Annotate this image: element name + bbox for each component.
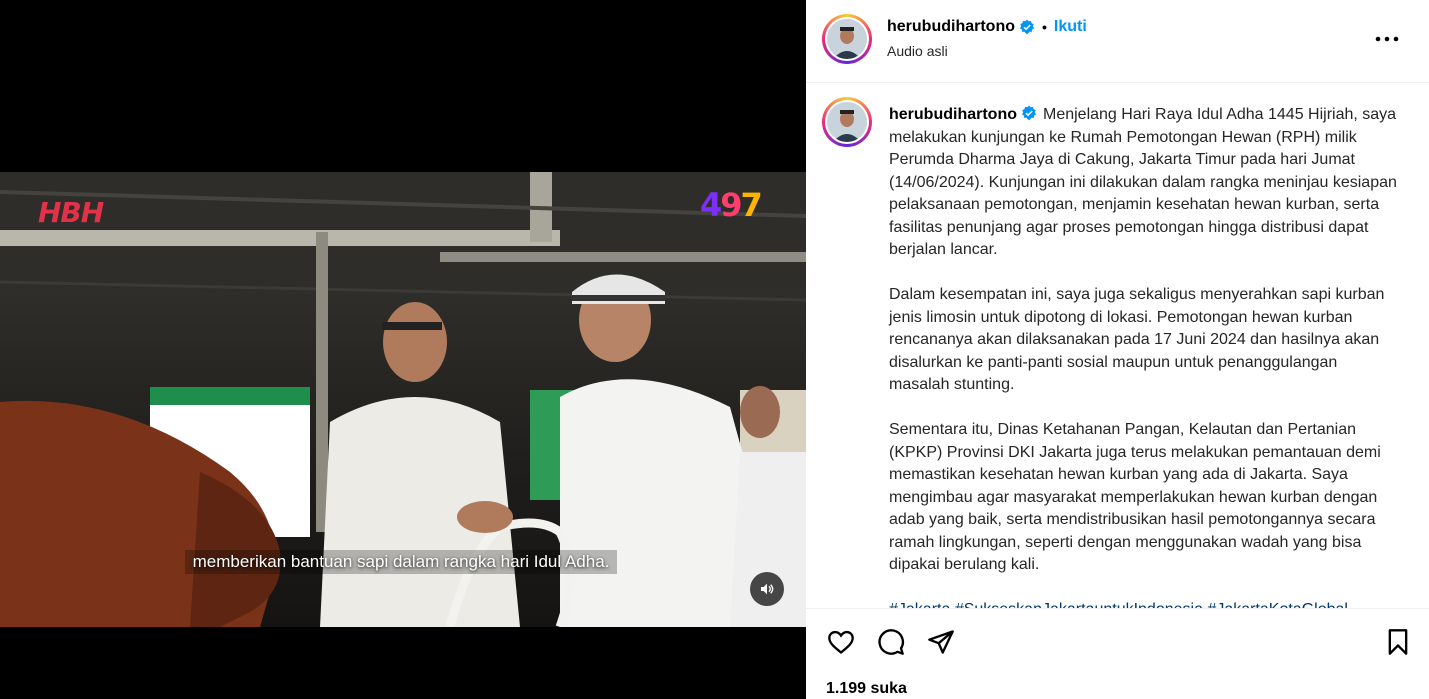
caption-paragraph: Sementara itu, Dinas Ketahanan Pangan, K…: [889, 421, 1381, 573]
verified-badge-icon: [1019, 19, 1035, 34]
header-user-line: herubudihartono • Ikuti: [887, 18, 1087, 36]
share-icon: [928, 630, 954, 654]
more-options-icon: [1375, 36, 1399, 42]
caption-paragraph: herubudihartono Menjelang Hari Raya Idul…: [889, 104, 1399, 262]
caption-username[interactable]: herubudihartono: [889, 106, 1017, 123]
caption-hashtags[interactable]: #Jakarta #SukseskanJakartauntukIndonesia…: [889, 599, 1399, 608]
audio-label[interactable]: Audio asli: [887, 43, 948, 59]
mute-toggle-button[interactable]: [750, 572, 784, 606]
bookmark-icon: [1388, 629, 1408, 655]
comment-button[interactable]: [874, 625, 908, 659]
video-frame[interactable]: HBH 497 memberikan bantuan sapi dalam ra…: [0, 172, 806, 627]
post-actions-bar: 1.199 suka: [806, 608, 1429, 699]
avatar[interactable]: [822, 14, 872, 64]
caption-avatar[interactable]: [822, 97, 872, 147]
caption-paragraph-1-text: Menjelang Hari Raya Idul Adha 1445 Hijri…: [889, 106, 1397, 258]
follow-button[interactable]: Ikuti: [1054, 18, 1087, 36]
more-options-button[interactable]: [1372, 26, 1402, 52]
likes-count[interactable]: 1.199 suka: [826, 680, 907, 698]
video-scene-illustration: [0, 172, 806, 627]
header-username[interactable]: herubudihartono: [887, 18, 1015, 36]
speaker-icon: [761, 583, 774, 595]
comment-icon: [878, 629, 904, 655]
save-button[interactable]: [1381, 625, 1415, 659]
post-header: herubudihartono • Ikuti Audio asli: [806, 0, 1429, 83]
caption-paragraph: Dalam kesempatan ini, saya juga sekaligu…: [889, 286, 1385, 393]
caption-text: herubudihartono Menjelang Hari Raya Idul…: [889, 104, 1399, 608]
heart-icon: [828, 630, 854, 654]
separator-dot: •: [1041, 19, 1047, 35]
share-button[interactable]: [924, 625, 958, 659]
caption-scroll-area[interactable]: herubudihartono Menjelang Hari Raya Idul…: [806, 84, 1429, 608]
profile-photo-icon: [827, 102, 867, 142]
video-player[interactable]: HBH 497 memberikan bantuan sapi dalam ra…: [0, 0, 806, 699]
like-button[interactable]: [824, 625, 858, 659]
verified-badge-icon: [1021, 105, 1037, 120]
channel-logo-hbh: HBH: [38, 196, 104, 229]
profile-photo-icon: [827, 19, 867, 59]
channel-logo-497: 497: [700, 186, 763, 224]
post-side-panel: herubudihartono • Ikuti Audio asli herub…: [806, 0, 1429, 699]
